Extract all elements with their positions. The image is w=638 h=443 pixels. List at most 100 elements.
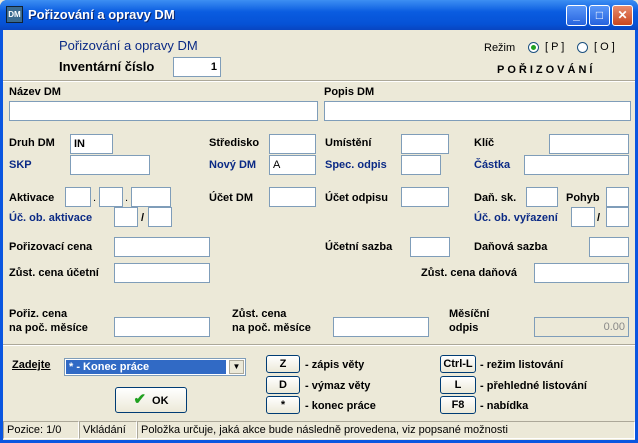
l-shortcut-button[interactable]: L [440, 376, 476, 394]
dan-sazba-label: Daňová sazba [474, 241, 548, 253]
mes-odpis-label-2: odpis [449, 322, 479, 334]
por-cena-label: Pořizovací cena [9, 241, 93, 253]
uc-ob-vyrazeni-month-input[interactable] [571, 207, 595, 227]
skp-label: SKP [9, 159, 32, 171]
poriz-mes-label: Pořiz. cena [9, 308, 68, 320]
ucet-odpisu-label: Účet odpisu [325, 192, 388, 204]
ok-label: OK [152, 395, 169, 407]
mode-label: Režim [484, 42, 516, 54]
slash: / [597, 212, 601, 224]
popis-label: Popis DM [324, 86, 375, 98]
f8-shortcut-label: - nabídka [480, 400, 529, 412]
status-hint: Položka určuje, jaká akce bude následně … [137, 421, 635, 439]
por-cena-input[interactable] [114, 237, 210, 257]
form-area: Pořizování a opravy DM Inventární číslo … [3, 30, 635, 440]
nazev-label: Název DM [9, 86, 61, 98]
mode-p-label: [ P ] [545, 41, 565, 53]
vymaz-shortcut-button[interactable]: D [266, 376, 300, 394]
mes-odpis-label: Měsíční [449, 308, 490, 320]
stredisko-input[interactable] [269, 134, 316, 154]
uc-ob-vyrazeni-year-input[interactable] [606, 207, 629, 227]
ctrl-l-shortcut-button[interactable]: Ctrl-L [440, 355, 476, 373]
zust-mes-label: Zůst. cena [232, 308, 287, 320]
maximize-button[interactable]: □ [589, 5, 610, 26]
ucet-odpisu-input[interactable] [401, 187, 449, 207]
check-icon: ✔ [133, 391, 147, 408]
zust-mes-input[interactable] [333, 317, 429, 337]
konec-shortcut-button[interactable]: * [266, 396, 300, 414]
dan-sk-label: Daň. sk. [474, 192, 517, 204]
popis-input[interactable] [324, 101, 631, 121]
close-button[interactable]: ✕ [612, 5, 633, 26]
zust-dan-label: Zůst. cena daňová [421, 267, 517, 279]
spec-odpis-label: Spec. odpis [325, 159, 387, 171]
zapis-shortcut-label: - zápis věty [305, 359, 365, 371]
zust-mes-label-2: na poč. měsíce [232, 322, 311, 334]
zapis-shortcut-button[interactable]: Z [266, 355, 300, 373]
zust-dan-input[interactable] [534, 263, 629, 283]
app-window: DM Pořizování a opravy DM _ □ ✕ Pořizová… [0, 0, 638, 443]
uc-sazba-input[interactable] [410, 237, 450, 257]
pohyb-input[interactable] [606, 187, 629, 207]
date-dot: . [125, 192, 129, 204]
aktivace-year-input[interactable] [131, 187, 171, 207]
uc-ob-aktivace-year-input[interactable] [148, 207, 172, 227]
form-title: Pořizování a opravy DM [59, 38, 198, 53]
separator [3, 80, 635, 82]
minimize-button[interactable]: _ [566, 5, 587, 26]
action-select[interactable]: * - Konec práce ▼ [64, 358, 246, 376]
uc-sazba-label: Účetní sazba [325, 241, 393, 253]
ctrl-l-shortcut-label: - režim listování [480, 359, 564, 371]
mode-o-label: [ O ] [594, 41, 615, 53]
aktivace-month-input[interactable] [99, 187, 123, 207]
chevron-down-icon[interactable]: ▼ [229, 360, 244, 374]
umisteni-label: Umístění [325, 137, 372, 149]
uc-ob-vyrazeni-label: Úč. ob. vyřazení [474, 212, 558, 224]
stredisko-label: Středisko [209, 137, 260, 149]
title-bar[interactable]: DM Pořizování a opravy DM _ □ ✕ [0, 0, 638, 30]
mes-odpis-input [534, 317, 629, 337]
ucet-dm-label: Účet DM [209, 192, 254, 204]
ok-button[interactable]: ✔ OK [115, 387, 187, 413]
inv-label: Inventární číslo [59, 59, 155, 74]
umisteni-input[interactable] [401, 134, 449, 154]
status-mode: Vkládání [79, 421, 137, 439]
ucet-dm-input[interactable] [269, 187, 316, 207]
vymaz-shortcut-label: - výmaz věty [305, 380, 371, 392]
novy-dm-label: Nový DM [209, 159, 257, 171]
konec-shortcut-label: - konec práce [305, 400, 376, 412]
klic-input[interactable] [549, 134, 629, 154]
action-select-value: * - Konec práce [66, 360, 226, 374]
mode-text: POŘIZOVÁNÍ [497, 64, 596, 76]
inv-number-input[interactable] [173, 57, 221, 77]
poriz-mes-input[interactable] [114, 317, 210, 337]
window-title: Pořizování a opravy DM [28, 7, 175, 22]
uc-ob-aktivace-label: Úč. ob. aktivace [9, 212, 93, 224]
aktivace-day-input[interactable] [65, 187, 91, 207]
spec-odpis-input[interactable] [401, 155, 441, 175]
slash: / [141, 212, 145, 224]
app-icon[interactable]: DM [6, 6, 23, 23]
zust-uc-label: Zůst. cena účetní [9, 267, 99, 279]
dan-sk-input[interactable] [526, 187, 558, 207]
status-bar: Pozice: 1/0 Vkládání Položka určuje, jak… [3, 420, 635, 440]
skp-input[interactable] [70, 155, 150, 175]
action-label: Zadejte [12, 359, 51, 371]
dan-sazba-input[interactable] [589, 237, 629, 257]
mode-o-radio[interactable] [577, 42, 588, 53]
castka-input[interactable] [524, 155, 629, 175]
uc-ob-aktivace-month-input[interactable] [114, 207, 138, 227]
date-dot: . [93, 192, 97, 204]
f8-shortcut-button[interactable]: F8 [440, 396, 476, 414]
status-position: Pozice: 1/0 [3, 421, 79, 439]
novy-dm-input[interactable] [269, 155, 316, 175]
mode-p-radio[interactable] [528, 42, 539, 53]
castka-label: Částka [474, 159, 511, 171]
aktivace-label: Aktivace [9, 192, 55, 204]
separator [3, 344, 635, 346]
poriz-mes-label-2: na poč. měsíce [9, 322, 88, 334]
druh-input[interactable] [70, 134, 113, 154]
klic-label: Klíč [474, 137, 495, 149]
nazev-input[interactable] [9, 101, 318, 121]
zust-uc-input[interactable] [114, 263, 210, 283]
